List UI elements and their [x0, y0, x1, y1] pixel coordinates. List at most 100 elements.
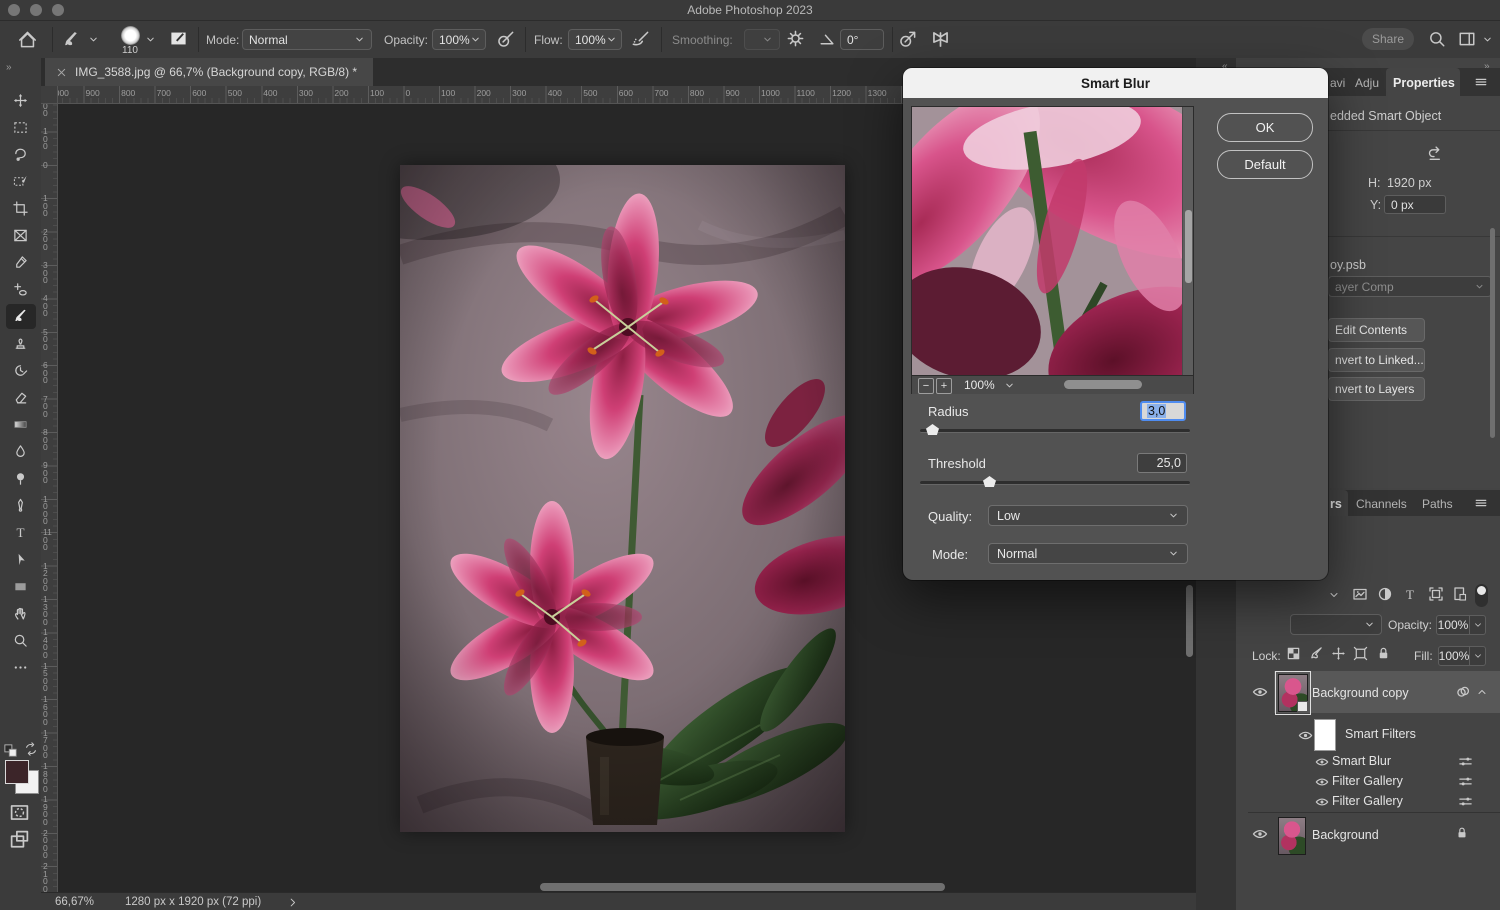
blend-mode-select[interactable]: Normal — [242, 29, 372, 50]
edit-contents-button[interactable]: Edit Contents — [1328, 318, 1425, 342]
threshold-slider-track[interactable] — [920, 481, 1190, 485]
document-tab[interactable]: IMG_3588.jpg @ 66,7% (Background copy, R… — [45, 58, 373, 86]
frame-tool[interactable] — [6, 223, 36, 248]
preview-hscroll-thumb[interactable] — [1064, 380, 1142, 389]
size-pressure-icon[interactable] — [898, 30, 917, 49]
smoothing-gear-icon[interactable] — [786, 29, 805, 48]
object-selection-tool[interactable] — [6, 169, 36, 194]
flow-select[interactable]: 100% — [568, 29, 622, 50]
airbrush-icon[interactable] — [631, 30, 650, 49]
filter-adjustment-layers-icon[interactable] — [1377, 586, 1393, 602]
filter-type-chevron-icon[interactable] — [1328, 589, 1340, 601]
smart-blur-filter[interactable]: Smart Blur — [1332, 754, 1391, 768]
brush-preset-icon[interactable] — [63, 31, 80, 48]
layer-thumbnail[interactable] — [1278, 674, 1308, 712]
smoothing-select[interactable] — [744, 29, 780, 50]
filter-gallery-filter-2[interactable]: Filter Gallery — [1332, 794, 1403, 808]
filter-type-layers-icon[interactable]: T — [1402, 586, 1418, 602]
lock-transparency-icon[interactable] — [1286, 646, 1301, 661]
default-button[interactable]: Default — [1217, 150, 1313, 179]
layer-comp-select[interactable]: ayer Comp — [1328, 276, 1492, 297]
layer-opacity-value[interactable]: 100% — [1436, 615, 1470, 635]
ok-button[interactable]: OK — [1217, 113, 1313, 142]
clone-stamp-tool[interactable] — [6, 331, 36, 356]
path-selection-tool[interactable] — [6, 547, 36, 572]
radius-slider-thumb[interactable] — [926, 424, 939, 435]
filter-blend-options-icon[interactable] — [1458, 794, 1473, 809]
filter-smart-objects-icon[interactable] — [1452, 586, 1468, 602]
layer-blend-mode-select[interactable] — [1290, 614, 1382, 635]
lock-position-icon[interactable] — [1331, 646, 1346, 661]
preview-vscroll-thumb[interactable] — [1185, 210, 1192, 283]
photo-canvas[interactable] — [400, 165, 845, 832]
close-tab-icon[interactable] — [56, 67, 67, 78]
tab-adjustments[interactable]: Adju — [1355, 76, 1379, 90]
eyedropper-tool[interactable] — [6, 250, 36, 275]
type-tool[interactable]: T — [6, 520, 36, 545]
layer-fill-chevron[interactable] — [1470, 646, 1486, 666]
filter-pixel-layers-icon[interactable] — [1352, 586, 1368, 602]
search-icon[interactable] — [1428, 30, 1446, 48]
dodge-tool[interactable] — [6, 466, 36, 491]
filter-gallery-eye-icon[interactable] — [1315, 775, 1329, 789]
expand-tools-icon[interactable]: » — [6, 62, 11, 73]
preview-vscroll-track[interactable] — [1183, 107, 1193, 375]
filter-toggle-switch[interactable] — [1475, 584, 1488, 607]
share-button[interactable]: Share — [1362, 28, 1414, 50]
pen-tool[interactable] — [6, 493, 36, 518]
brush-preset-chevron-icon[interactable] — [88, 34, 99, 45]
collapse-filters-chevron-icon[interactable] — [1476, 686, 1488, 698]
background-layer-name[interactable]: Background — [1312, 828, 1379, 842]
status-chevron-icon[interactable] — [287, 897, 298, 908]
layer-name[interactable]: Background copy — [1312, 686, 1409, 700]
smart-filter-circles-icon[interactable] — [1455, 684, 1471, 700]
opacity-pressure-icon[interactable] — [496, 30, 515, 49]
quality-select[interactable]: Low — [988, 505, 1188, 526]
threshold-input[interactable]: 25,0 — [1137, 453, 1187, 473]
workspace-icon[interactable] — [1458, 30, 1476, 48]
filter-gallery-eye-icon[interactable] — [1315, 795, 1329, 809]
lock-paint-icon[interactable] — [1309, 646, 1324, 661]
shape-tool[interactable] — [6, 574, 36, 599]
healing-brush-tool[interactable] — [6, 277, 36, 302]
horizontal-scrollbar[interactable] — [540, 883, 945, 891]
move-tool[interactable] — [6, 88, 36, 113]
filter-shape-layers-icon[interactable] — [1428, 586, 1444, 602]
screen-mode-icon[interactable] — [9, 829, 30, 850]
reset-transform-icon[interactable] — [1426, 145, 1443, 162]
eraser-tool[interactable] — [6, 385, 36, 410]
default-colors-icon[interactable] — [4, 744, 18, 758]
y-input[interactable]: 0 px — [1384, 195, 1446, 214]
background-thumbnail[interactable] — [1278, 817, 1306, 855]
filter-mask-thumbnail[interactable] — [1314, 719, 1336, 751]
filter-blend-options-icon[interactable] — [1458, 774, 1473, 789]
layer-opacity-chevron[interactable] — [1470, 615, 1486, 635]
preview-zoom-chevron-icon[interactable] — [1004, 380, 1015, 391]
quick-mask-icon[interactable] — [9, 802, 30, 823]
more-tools[interactable] — [6, 655, 36, 680]
layer-fill-value[interactable]: 100% — [1438, 646, 1470, 666]
convert-to-linked-button[interactable]: nvert to Linked... — [1328, 348, 1425, 372]
foreground-color-swatch[interactable] — [5, 760, 29, 784]
zoom-tool[interactable] — [6, 628, 36, 653]
filter-blend-options-icon[interactable] — [1458, 754, 1473, 769]
tab-paths[interactable]: Paths — [1422, 497, 1453, 511]
convert-to-layers-button[interactable]: nvert to Layers — [1328, 377, 1425, 401]
layer-visibility-eye-icon[interactable] — [1252, 684, 1268, 700]
marquee-tool[interactable] — [6, 115, 36, 140]
brush-size-chevron-icon[interactable] — [145, 34, 156, 45]
opacity-select[interactable]: 100% — [432, 29, 486, 50]
smart-filters-eye-icon[interactable] — [1298, 728, 1313, 743]
radius-slider-track[interactable] — [920, 429, 1190, 433]
properties-scrollbar[interactable] — [1490, 228, 1495, 438]
hand-tool[interactable] — [6, 601, 36, 626]
filter-gallery-filter[interactable]: Filter Gallery — [1332, 774, 1403, 788]
blur-mode-select[interactable]: Normal — [988, 543, 1188, 564]
tab-channels[interactable]: Channels — [1356, 497, 1407, 511]
brush-angle-input[interactable]: 0° — [840, 29, 884, 50]
swap-colors-icon[interactable] — [24, 742, 38, 756]
workspace-chevron-icon[interactable] — [1482, 34, 1493, 45]
smart-blur-eye-icon[interactable] — [1315, 755, 1329, 769]
crop-tool[interactable] — [6, 196, 36, 221]
lock-artboard-icon[interactable] — [1353, 646, 1368, 661]
